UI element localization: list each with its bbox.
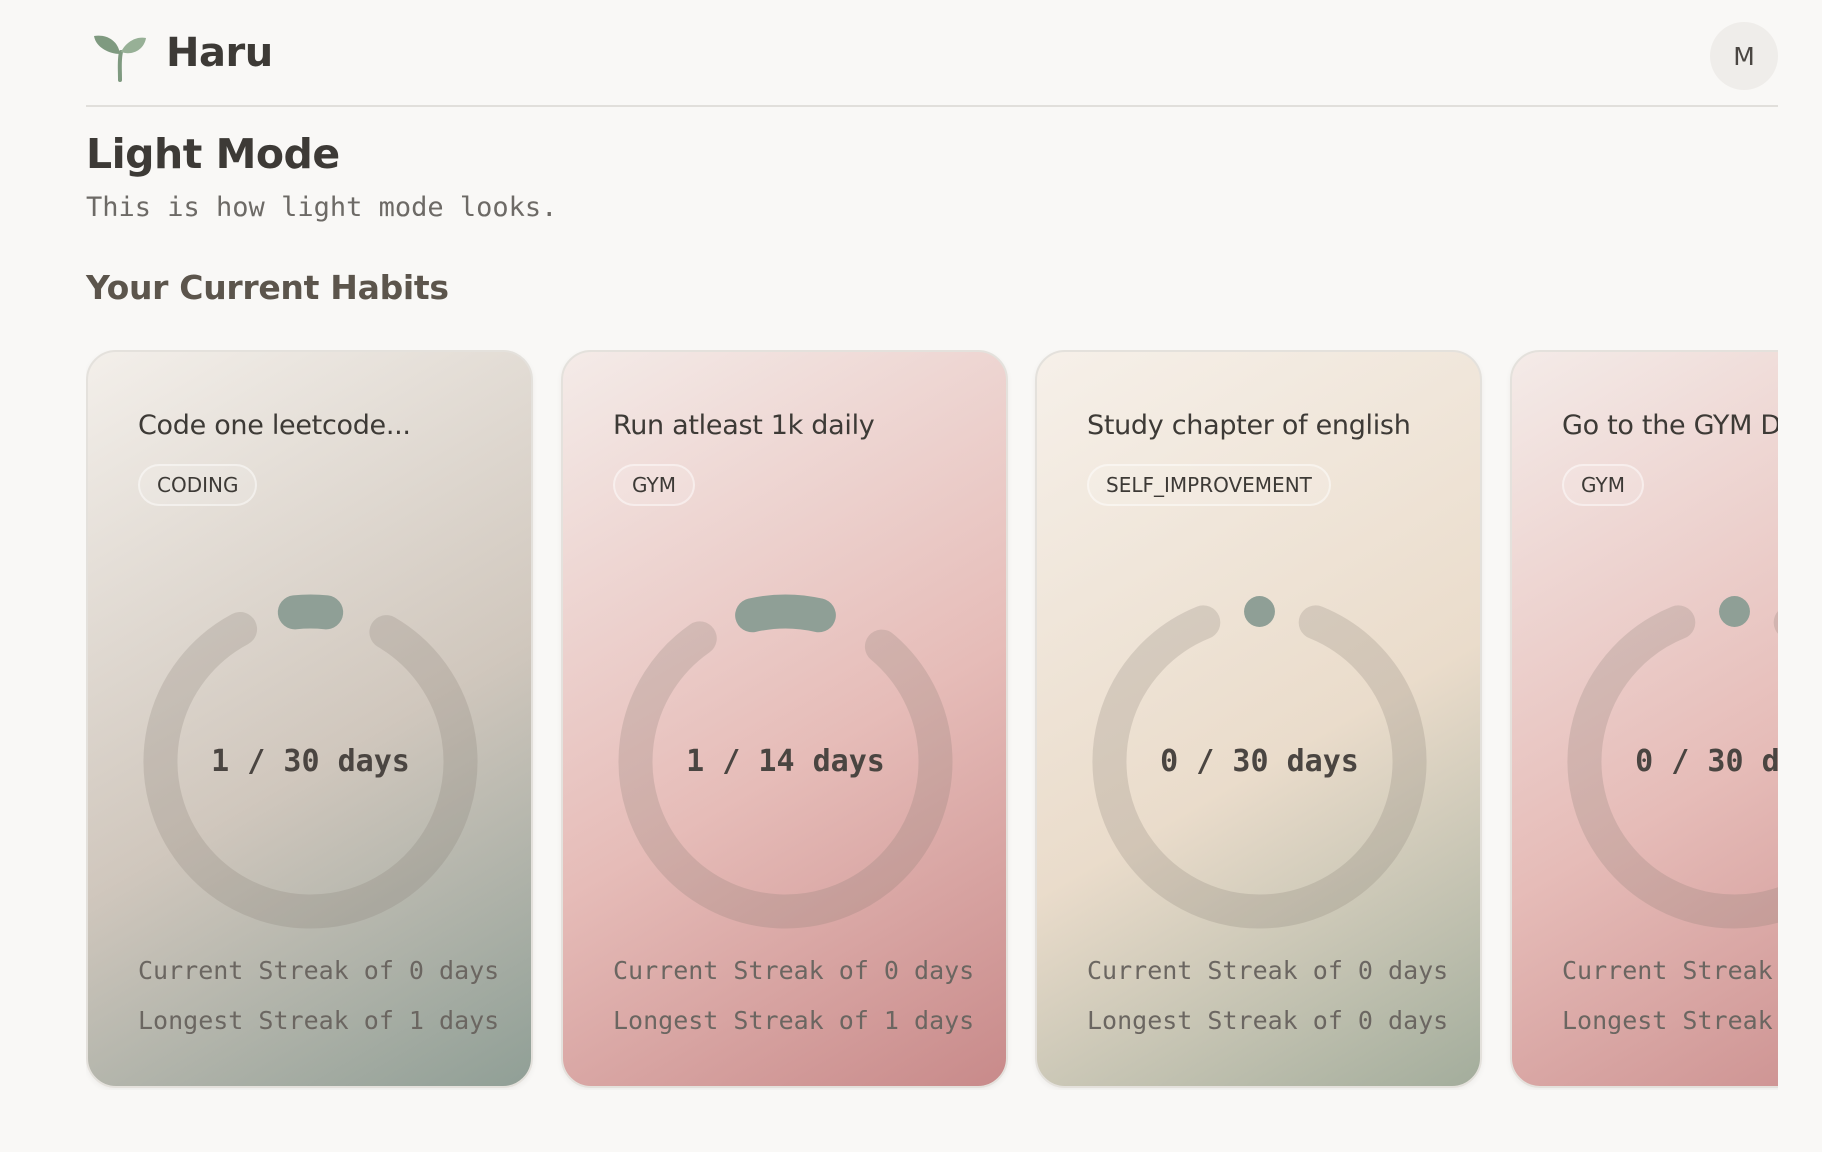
current-streak-text: Current Streak of 0 days bbox=[1562, 956, 1778, 985]
app-page: Haru M Light Mode This is how light mode… bbox=[0, 0, 1822, 1152]
habit-card[interactable]: Go to the GYM Daily GYM 0 / 30 days Curr… bbox=[1510, 350, 1778, 1088]
habit-card[interactable]: Code one leetcode... CODING 1 / 30 days … bbox=[86, 350, 533, 1088]
current-streak-text: Current Streak of 0 days bbox=[613, 956, 975, 985]
habit-title: Code one leetcode... bbox=[138, 410, 411, 441]
sprout-icon bbox=[94, 35, 146, 82]
longest-streak-text: Longest Streak of 1 days bbox=[613, 1006, 975, 1035]
habit-category-tag: GYM bbox=[613, 464, 695, 506]
longest-streak-text: Longest Streak of 0 days bbox=[1562, 1006, 1778, 1035]
current-streak-text: Current Streak of 0 days bbox=[1087, 956, 1449, 985]
habit-category-tag: SELF_IMPROVEMENT bbox=[1087, 464, 1331, 506]
page-subtitle: This is how light mode looks. bbox=[86, 192, 558, 223]
habit-card[interactable]: Run atleast 1k daily GYM 1 / 14 days Cur… bbox=[561, 350, 1008, 1088]
habit-card[interactable]: Study chapter of english SELF_IMPROVEMEN… bbox=[1035, 350, 1482, 1088]
habit-title: Go to the GYM Daily bbox=[1562, 410, 1778, 441]
habit-title: Study chapter of english bbox=[1087, 410, 1411, 441]
progress-label: 1 / 14 days bbox=[686, 744, 885, 779]
habit-category-tag: CODING bbox=[138, 464, 258, 506]
page-title: Light Mode bbox=[86, 130, 340, 178]
longest-streak-text: Longest Streak of 0 days bbox=[1087, 1006, 1449, 1035]
section-title: Your Current Habits bbox=[86, 268, 449, 307]
user-avatar[interactable]: M bbox=[1710, 22, 1778, 90]
top-bar: Haru M bbox=[86, 0, 1778, 107]
habit-title: Run atleast 1k daily bbox=[613, 410, 875, 441]
progress-label: 0 / 30 days bbox=[1635, 744, 1778, 779]
habit-category-tag: GYM bbox=[1562, 464, 1644, 506]
habit-card-list: Code one leetcode... CODING 1 / 30 days … bbox=[86, 350, 1778, 1090]
longest-streak-text: Longest Streak of 1 days bbox=[138, 1006, 500, 1035]
current-streak-text: Current Streak of 0 days bbox=[138, 956, 500, 985]
app-name: Haru bbox=[166, 30, 273, 76]
progress-label: 0 / 30 days bbox=[1160, 744, 1359, 779]
progress-label: 1 / 30 days bbox=[211, 744, 410, 779]
